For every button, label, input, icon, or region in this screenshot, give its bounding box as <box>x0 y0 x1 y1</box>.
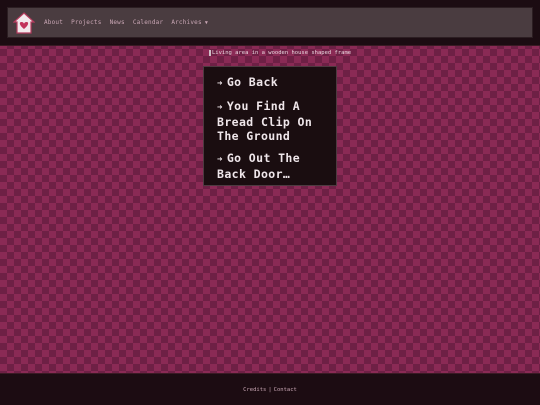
nav-item-news[interactable]: News <box>110 19 125 26</box>
footer-separator: | <box>268 386 272 393</box>
broken-image-icon <box>209 50 211 56</box>
choice-back-door[interactable]: ➜ Go Out The Back Door… <box>217 151 336 181</box>
nav-item-archives-label: Archives <box>171 19 202 26</box>
nav-item-about[interactable]: About <box>44 19 63 26</box>
footer-contact-link[interactable]: Contact <box>274 387 297 393</box>
choice-label: Go Out The Back Door… <box>217 151 301 181</box>
nav-item-calendar[interactable]: Calendar <box>133 19 164 26</box>
choice-go-back[interactable]: ➜ Go Back <box>217 75 336 91</box>
footer-credits-link[interactable]: Credits <box>243 387 266 393</box>
scene-image: Living area in a wooden house shaped fra… <box>209 48 351 58</box>
nav-item-archives[interactable]: Archives ▼ <box>171 19 208 26</box>
choice-bread-clip[interactable]: ➜ You Find A Bread Clip On The Ground <box>217 99 336 143</box>
top-bar: About Projects News Calendar Archives ▼ <box>0 0 540 46</box>
footer: Credits | Contact <box>0 373 540 405</box>
choices-panel: ➜ Go Back ➜ You Find A Bread Clip On The G… <box>203 66 337 186</box>
heart-house-icon[interactable] <box>13 11 35 34</box>
arrow-right-icon: ➜ <box>217 155 223 165</box>
choice-label: You Find A Bread Clip On The Ground <box>217 99 313 143</box>
arrow-right-icon: ➜ <box>217 79 223 89</box>
arrow-right-icon: ➜ <box>217 103 223 113</box>
nav-bar: About Projects News Calendar Archives ▼ <box>7 7 533 38</box>
scene-image-alt-text: Living area in a wooden house shaped fra… <box>212 50 352 56</box>
choice-label: Go Back <box>226 75 279 89</box>
nav-item-projects[interactable]: Projects <box>71 19 102 26</box>
caret-down-icon: ▼ <box>204 19 209 26</box>
